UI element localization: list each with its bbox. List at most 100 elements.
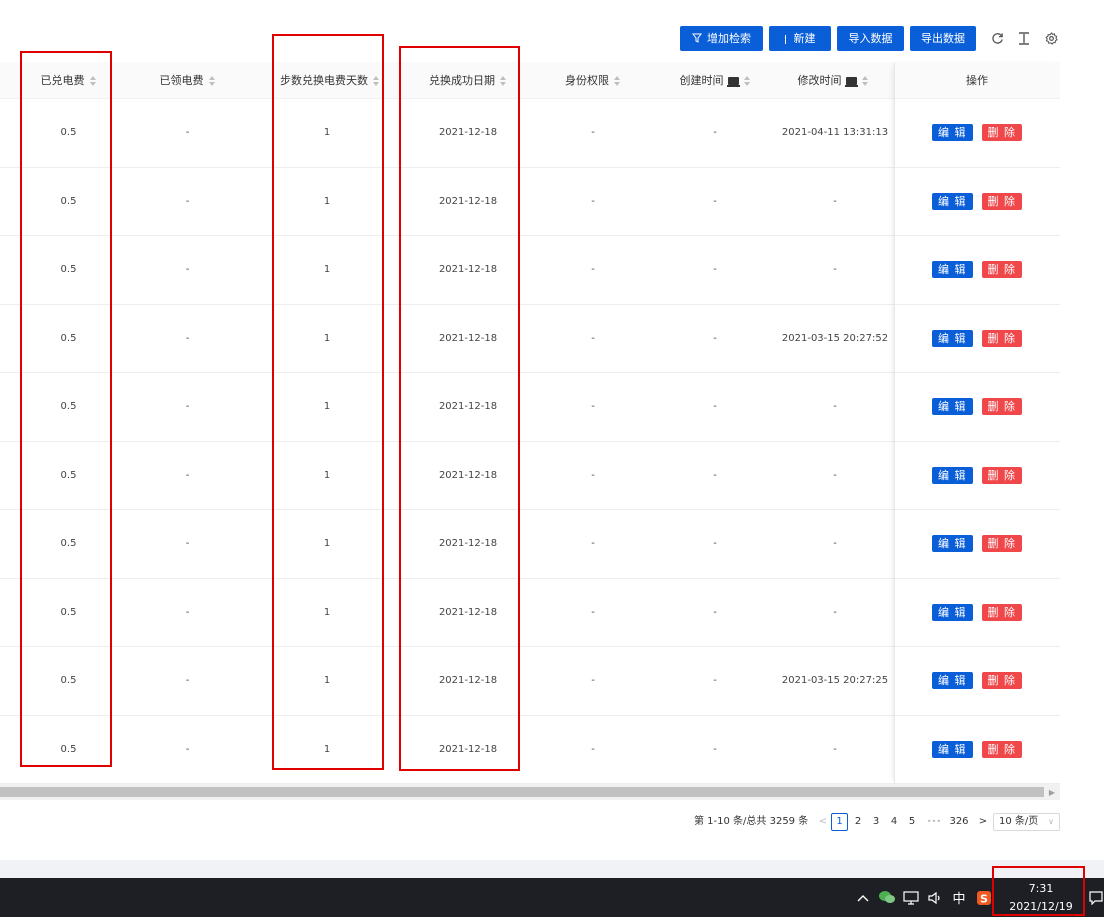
advanced-search-button[interactable]: 增加检索 [680,26,763,51]
sort-icon[interactable] [373,76,380,86]
prev-page-icon[interactable]: < [815,813,831,831]
delete-button[interactable]: 删 除 [981,261,1022,279]
import-data-button[interactable]: 导入数据 [837,26,904,51]
edit-button[interactable]: 编 辑 [932,740,973,758]
sort-icon[interactable] [743,76,751,86]
cell-received-fee: - [185,469,190,481]
volume-icon[interactable] [925,878,945,917]
header-modified-time[interactable]: 修改时间 [772,62,894,99]
page-2-button[interactable]: 2 [850,813,866,831]
edit-button[interactable]: 编 辑 [932,398,973,416]
page-1-button[interactable]: 1 [831,813,848,831]
sort-icon[interactable] [500,76,507,86]
ime-indicator[interactable]: 中 [948,878,970,917]
page-3-button[interactable]: 3 [868,813,884,831]
cell-role: - [591,469,595,481]
delete-button[interactable]: 删 除 [981,535,1022,553]
wechat-icon[interactable] [876,878,898,917]
delete-button[interactable]: 删 除 [981,740,1022,758]
header-role[interactable]: 身份权限 [536,62,650,99]
sogou-ime-icon[interactable]: S [973,878,995,917]
page-size-select[interactable]: 10 条/页 ∨ [993,813,1060,831]
next-page-icon[interactable]: > [975,813,991,831]
cell-redeem-date: 2021-12-18 [438,538,498,550]
cell-received-fee: - [185,538,190,550]
page-4-button[interactable]: 4 [886,813,902,831]
delete-button[interactable]: 删 除 [981,672,1022,690]
sort-icon[interactable] [861,76,869,86]
edit-button[interactable]: 编 辑 [932,466,973,484]
cell-actions: 编 辑删 除 [894,510,1060,578]
sort-icon[interactable] [208,76,216,86]
header-created-time[interactable]: 创建时间 [650,62,780,99]
table-row: 0.5 - 1 2021-12-18 - - - 编 辑删 除 [0,716,1060,784]
edit-button[interactable]: 编 辑 [932,329,973,347]
cell-modified-time: - [833,469,837,481]
clock-time[interactable]: 7:31 [993,882,1089,895]
export-data-button[interactable]: 导出数据 [910,26,976,51]
table-row: 0.5 - 1 2021-12-18 - - 2021-03-15 20:27:52 编 辑删… [0,305,1060,373]
cell-paid-fee: 0.5 [60,195,77,207]
new-button[interactable]: 新建 [769,26,831,51]
cell-step-days: 1 [323,606,331,618]
delete-button[interactable]: 删 除 [981,192,1022,210]
scrollbar-thumb[interactable] [0,787,1044,797]
delete-button[interactable]: 删 除 [981,329,1022,347]
cell-redeem-date: 2021-12-18 [438,606,498,618]
delete-button[interactable]: 删 除 [981,603,1022,621]
delete-button[interactable]: 删 除 [981,124,1022,142]
cell-modified-time: - [833,264,837,276]
delete-button[interactable]: 删 除 [981,398,1022,416]
cell-received-fee: - [185,195,190,207]
clock-date[interactable]: 2021/12/19 [993,900,1089,913]
cell-step-days: 1 [323,127,331,139]
cell-paid-fee: 0.5 [60,538,77,550]
cell-paid-fee: 0.5 [60,332,77,344]
page-last-button[interactable]: 326 [948,813,970,831]
header-step-days[interactable]: 步数兑换电费天数 [270,62,390,99]
table-row: 0.5 - 1 2021-12-18 - - - 编 辑删 除 [0,236,1060,305]
cell-created-time: - [713,264,717,276]
cell-redeem-date: 2021-12-18 [438,743,498,755]
cell-modified-time: - [833,606,837,618]
cell-redeem-date: 2021-12-18 [438,401,498,413]
header-received-fee[interactable]: 已领电费 [137,62,238,99]
sort-icon[interactable] [614,76,621,86]
table-header: 已兑电费 已领电费 步数兑换电费天数 兑换成功日期 身份权限 创建时间 修改时间… [0,62,1060,99]
page-ellipsis[interactable]: ••• [924,813,944,831]
edit-button[interactable]: 编 辑 [932,672,973,690]
edit-button[interactable]: 编 辑 [932,535,973,553]
scroll-right-icon[interactable]: ▶ [1044,784,1060,800]
page-5-button[interactable]: 5 [904,813,920,831]
computer-icon [726,77,740,87]
tray-chevron-up-icon[interactable] [855,878,871,917]
edit-button[interactable]: 编 辑 [932,261,973,279]
cell-actions: 编 辑删 除 [894,236,1060,304]
refresh-icon[interactable] [987,28,1007,48]
table-row: 0.5 - 1 2021-12-18 - - 2021-03-15 20:27:25 编 辑删… [0,647,1060,716]
cell-created-time: - [713,195,717,207]
cell-created-time: - [713,332,717,344]
cell-modified-time: 2021-03-15 20:27:52 [781,332,889,344]
horizontal-scrollbar[interactable]: ▶ [0,784,1060,800]
cell-role: - [591,195,595,207]
header-redeem-date[interactable]: 兑换成功日期 [400,62,536,99]
cell-paid-fee: 0.5 [60,127,77,139]
edit-button[interactable]: 编 辑 [932,124,973,142]
cell-redeem-date: 2021-12-18 [438,332,498,344]
cell-role: - [591,264,595,276]
cell-role: - [591,127,595,139]
edit-button[interactable]: 编 辑 [932,192,973,210]
network-icon[interactable] [901,878,921,917]
header-paid-fee[interactable]: 已兑电费 [0,62,137,99]
cell-role: - [591,332,595,344]
edit-button[interactable]: 编 辑 [932,603,973,621]
column-height-icon[interactable] [1014,28,1034,48]
cell-actions: 编 辑删 除 [894,716,1060,784]
notification-icon[interactable] [1088,878,1104,917]
table-row: 0.5 - 1 2021-12-18 - - - 编 辑删 除 [0,510,1060,579]
gear-icon[interactable] [1041,28,1061,48]
cell-redeem-date: 2021-12-18 [438,127,498,139]
delete-button[interactable]: 删 除 [981,466,1022,484]
sort-icon[interactable] [89,76,97,86]
